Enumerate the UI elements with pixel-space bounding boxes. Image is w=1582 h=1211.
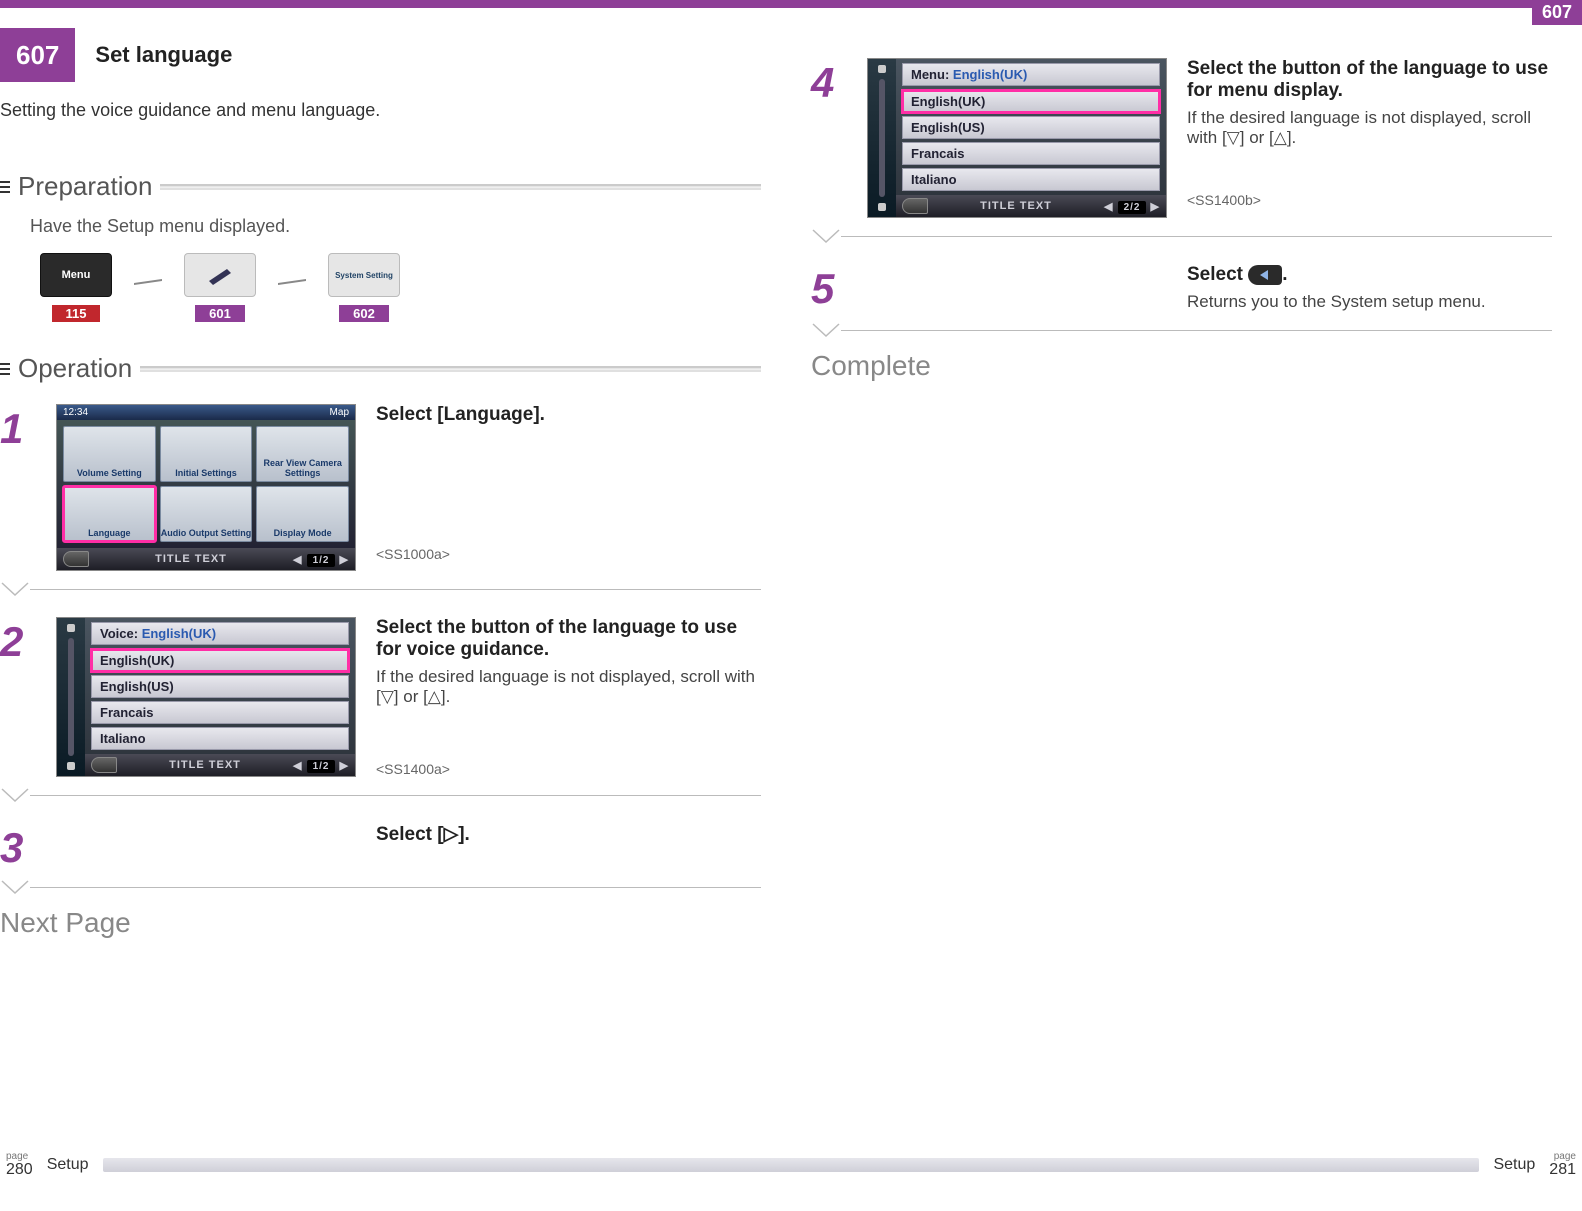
step-divider bbox=[0, 787, 761, 803]
menu-title-row: Menu: English(UK) bbox=[902, 63, 1160, 86]
tile-volume-setting: Volume Setting bbox=[63, 426, 156, 482]
prep-tool-icon bbox=[184, 253, 256, 297]
step-number: 1 bbox=[0, 408, 36, 450]
arrow-icon bbox=[278, 279, 306, 297]
step-2: 2 Voice: English(UK) English(UK) English… bbox=[0, 617, 761, 777]
lang-row-english-uk: English(UK) bbox=[902, 90, 1160, 113]
step-5-detail: Returns you to the System setup menu. bbox=[1187, 292, 1552, 312]
page-footer: page 280 Setup Setup page 281 bbox=[0, 1148, 1582, 1188]
step-5-instruction: Select . bbox=[1187, 264, 1552, 286]
step-4-instruction: Select the button of the language to use… bbox=[1187, 58, 1552, 102]
step-divider bbox=[0, 879, 761, 895]
prep-ref-602: 602 bbox=[339, 305, 389, 322]
step-divider bbox=[0, 581, 761, 597]
right-page-number: page 281 bbox=[1549, 1152, 1576, 1178]
voice-title-row: Voice: English(UK) bbox=[91, 622, 349, 645]
footer-chapter-left: Setup bbox=[47, 1156, 89, 1174]
tile-audio-output: Audio Output Setting bbox=[160, 486, 253, 542]
screenshot-ss1000a: 12:34 Map Volume Setting Initial Settings… bbox=[56, 404, 356, 571]
scroll-slider bbox=[868, 59, 896, 217]
scroll-slider bbox=[57, 618, 85, 776]
step-4: 4 Menu: English(UK) English(UK) English(… bbox=[811, 58, 1552, 218]
step-number: 5 bbox=[811, 268, 847, 310]
page-title: Set language bbox=[75, 28, 252, 82]
step-1-instruction: Select [Language]. bbox=[376, 404, 761, 426]
arrow-icon bbox=[134, 279, 162, 297]
lang-row-english-uk: English(UK) bbox=[91, 649, 349, 672]
lang-row-english-us: English(US) bbox=[91, 675, 349, 698]
preparation-icon-row: Menu 115 601 System Setting 602 bbox=[40, 253, 761, 323]
prep-menu-icon: Menu bbox=[40, 253, 112, 297]
next-page-label: Next Page bbox=[0, 907, 761, 939]
map-badge: Map bbox=[330, 407, 349, 418]
screenshot-footer-title: TITLE TEXT bbox=[155, 553, 227, 565]
footer-bar bbox=[103, 1158, 1480, 1172]
step-number: 4 bbox=[811, 62, 847, 104]
tile-initial-settings: Initial Settings bbox=[160, 426, 253, 482]
lang-row-italiano: Italiano bbox=[91, 727, 349, 750]
prep-ref-601: 601 bbox=[195, 305, 245, 322]
screenshot-time: 12:34 bbox=[63, 407, 88, 418]
tile-rear-view: Rear View Camera Settings bbox=[256, 426, 349, 482]
screenshot-footer-title: TITLE TEXT bbox=[169, 759, 241, 771]
screenshot-page: 1/2 bbox=[307, 554, 336, 567]
step-5: 5 Select . Returns you to the System set… bbox=[811, 264, 1552, 312]
step-5-prefix: Select bbox=[1187, 264, 1248, 285]
complete-label: Complete bbox=[811, 350, 1552, 382]
step-2-ref: <SS1400a> bbox=[376, 761, 761, 777]
step-1-ref: <SS1000a> bbox=[376, 546, 761, 562]
step-divider bbox=[811, 322, 1552, 338]
step-4-detail: If the desired language is not displayed… bbox=[1187, 108, 1552, 148]
prep-system-setting-icon: System Setting bbox=[328, 253, 400, 297]
screenshot-ss1400a: Voice: English(UK) English(UK) English(U… bbox=[56, 617, 356, 777]
preparation-label: Preparation bbox=[18, 171, 152, 202]
voice-title-value: English(UK) bbox=[142, 626, 216, 641]
back-icon bbox=[91, 757, 117, 773]
lang-row-english-us: English(US) bbox=[902, 116, 1160, 139]
back-icon bbox=[902, 198, 928, 214]
step-1: 1 12:34 Map Volume Setting Initial Settin… bbox=[0, 404, 761, 571]
preparation-heading: Preparation bbox=[0, 171, 761, 202]
lang-row-italiano: Italiano bbox=[902, 168, 1160, 191]
tile-display-mode: Display Mode bbox=[256, 486, 349, 542]
page-subtitle: Setting the voice guidance and menu lang… bbox=[0, 100, 761, 121]
footer-chapter-right: Setup bbox=[1493, 1156, 1535, 1174]
top-purple-bar bbox=[0, 0, 1582, 8]
step-2-detail: If the desired language is not displayed… bbox=[376, 667, 761, 707]
step-number: 2 bbox=[0, 621, 36, 663]
screenshot-page: 1/2 bbox=[307, 760, 336, 773]
lang-row-francais: Francais bbox=[902, 142, 1160, 165]
lang-row-francais: Francais bbox=[91, 701, 349, 724]
return-icon bbox=[1248, 265, 1282, 285]
back-icon bbox=[63, 551, 89, 567]
left-page-number: page 280 bbox=[6, 1152, 33, 1178]
operation-label: Operation bbox=[18, 353, 132, 384]
step-number: 3 bbox=[0, 827, 36, 869]
voice-title-prefix: Voice: bbox=[100, 626, 138, 641]
preparation-subtext: Have the Setup menu displayed. bbox=[30, 216, 761, 237]
step-5-suffix: . bbox=[1282, 264, 1287, 285]
menu-title-value: English(UK) bbox=[953, 67, 1027, 82]
menu-title-prefix: Menu: bbox=[911, 67, 949, 82]
step-3-instruction: Select [▷]. bbox=[376, 823, 761, 846]
tile-language: Language bbox=[63, 486, 156, 542]
section-number-badge: 607 bbox=[0, 28, 75, 82]
step-divider bbox=[811, 228, 1552, 244]
screenshot-page: 2/2 bbox=[1118, 201, 1147, 214]
prep-ref-115: 115 bbox=[52, 305, 101, 322]
step-3: 3 Select [▷]. bbox=[0, 823, 761, 869]
step-4-ref: <SS1400b> bbox=[1187, 192, 1552, 208]
title-block: 607 Set language bbox=[0, 28, 761, 82]
step-2-instruction: Select the button of the language to use… bbox=[376, 617, 761, 661]
prep-system-setting-label: System Setting bbox=[335, 271, 393, 280]
operation-heading: Operation bbox=[0, 353, 761, 384]
screenshot-ss1400b: Menu: English(UK) English(UK) English(US… bbox=[867, 58, 1167, 218]
screenshot-footer-title: TITLE TEXT bbox=[980, 200, 1052, 212]
